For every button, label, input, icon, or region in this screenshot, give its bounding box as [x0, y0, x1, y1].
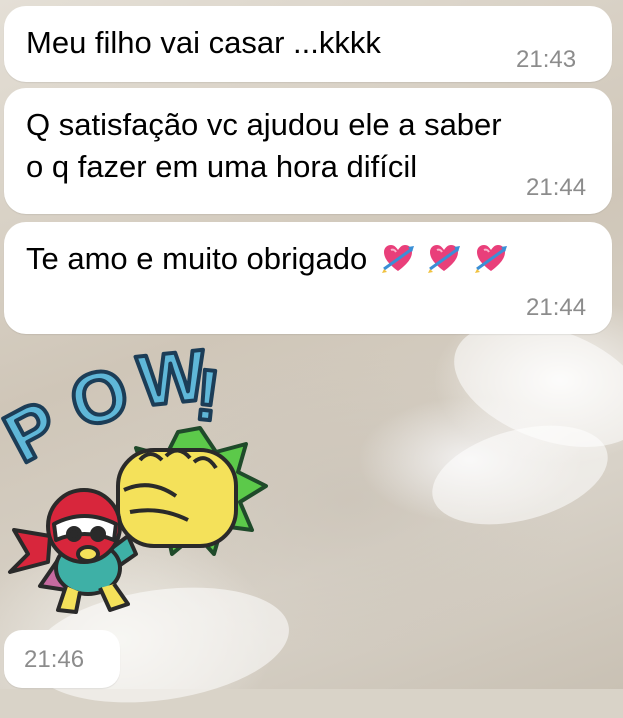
- message-text: Te amo e muito obrigado: [26, 241, 368, 276]
- message-text-line: o q fazer em uma hora difícil: [26, 149, 418, 184]
- pow-sticker[interactable]: P O W !: [0, 340, 290, 620]
- hero-character-icon: [8, 488, 130, 614]
- svg-text:O: O: [62, 352, 138, 444]
- message-text-row: Te amo e muito obrigado: [26, 238, 508, 280]
- message-bubble[interactable]: Te amo e muito obrigado 21:44: [4, 222, 612, 334]
- message-timestamp: 21:46: [24, 646, 85, 673]
- message-text-line: Q satisfação vc ajudou ele a saber: [26, 107, 502, 142]
- heart-arrow-emoji-icon: [428, 245, 461, 273]
- sticker-timestamp-pill: 21:46: [4, 630, 120, 688]
- message-timestamp: 21:43: [516, 46, 577, 73]
- heart-arrow-emoji-icon: [475, 245, 508, 273]
- message-timestamp: 21:44: [526, 294, 587, 321]
- message-timestamp: 21:44: [526, 174, 587, 201]
- message-bubble[interactable]: Q satisfação vc ajudou ele a saber o q f…: [4, 88, 612, 214]
- message-bubble[interactable]: Meu filho vai casar ...kkkk 21:43: [4, 6, 612, 82]
- message-text: Meu filho vai casar ...kkkk: [26, 25, 381, 60]
- svg-text:P: P: [0, 385, 72, 478]
- heart-arrow-emoji-icon: [381, 245, 414, 273]
